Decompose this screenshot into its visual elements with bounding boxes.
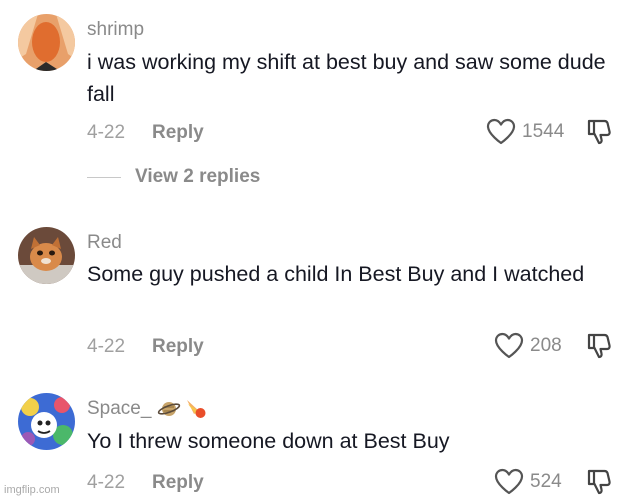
like-count: 524 <box>530 470 562 492</box>
username[interactable]: Red <box>87 232 122 254</box>
reply-button[interactable]: Reply <box>152 122 204 144</box>
thumbs-down-outline-icon <box>587 333 611 359</box>
comment-date: 4-22 <box>87 122 126 143</box>
divider-line <box>87 176 121 178</box>
like-count: 208 <box>530 334 562 356</box>
like-button[interactable]: 208 <box>494 332 562 359</box>
dislike-button[interactable] <box>585 332 613 365</box>
username[interactable]: shrimp <box>87 19 144 41</box>
reply-button[interactable]: Reply <box>152 336 204 358</box>
username[interactable]: Space_ <box>87 398 208 420</box>
watermark: imgflip.com <box>4 484 60 496</box>
thumbs-down-outline-icon <box>587 119 611 145</box>
view-replies-button[interactable]: View 2 replies <box>87 166 260 188</box>
dislike-button[interactable] <box>585 118 613 151</box>
saturn-emoji-icon <box>157 402 180 416</box>
avatar[interactable] <box>18 227 75 284</box>
comet-emoji-icon <box>187 400 206 418</box>
avatar[interactable] <box>18 393 75 450</box>
heart-outline-icon <box>494 468 524 495</box>
dislike-button[interactable] <box>585 468 613 501</box>
view-replies-label: View 2 replies <box>135 166 261 187</box>
like-button[interactable]: 524 <box>494 468 562 495</box>
comment-date: 4-22 <box>87 336 126 357</box>
like-count: 1544 <box>522 120 565 142</box>
comment-date: 4-22 <box>87 472 126 493</box>
comment-text: i was working my shift at best buy and s… <box>87 50 606 106</box>
avatar[interactable] <box>18 14 75 71</box>
reply-button[interactable]: Reply <box>152 472 204 494</box>
comment-text: Some guy pushed a child In Best Buy and … <box>87 262 585 286</box>
heart-outline-icon <box>486 118 516 145</box>
comment-text: Yo I threw someone down at Best Buy <box>87 429 450 453</box>
username-text: Space_ <box>87 398 152 420</box>
thumbs-down-outline-icon <box>587 469 611 495</box>
heart-outline-icon <box>494 332 524 359</box>
like-button[interactable]: 1544 <box>486 118 564 145</box>
